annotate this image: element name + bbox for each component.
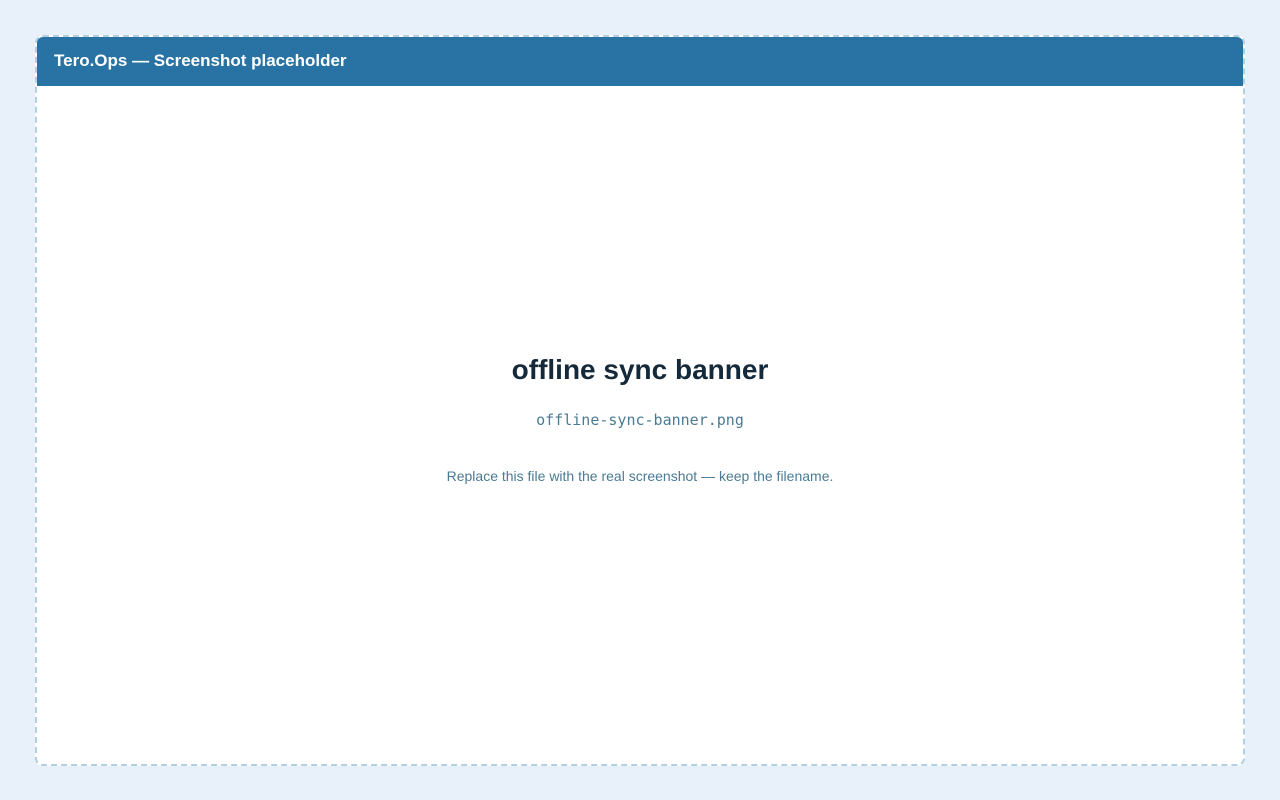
placeholder-card: Tero.Ops — Screenshot placeholder offlin… bbox=[35, 35, 1245, 766]
placeholder-filename: offline-sync-banner.png bbox=[536, 411, 744, 429]
window-title: Tero.Ops — Screenshot placeholder bbox=[54, 51, 347, 70]
placeholder-heading: offline sync banner bbox=[511, 354, 769, 385]
placeholder-hint: Replace this file with the real screensh… bbox=[446, 468, 834, 484]
placeholder-body: offline sync banner offline-sync-banner.… bbox=[37, 86, 1243, 764]
window-title-bar: Tero.Ops — Screenshot placeholder bbox=[37, 37, 1243, 86]
